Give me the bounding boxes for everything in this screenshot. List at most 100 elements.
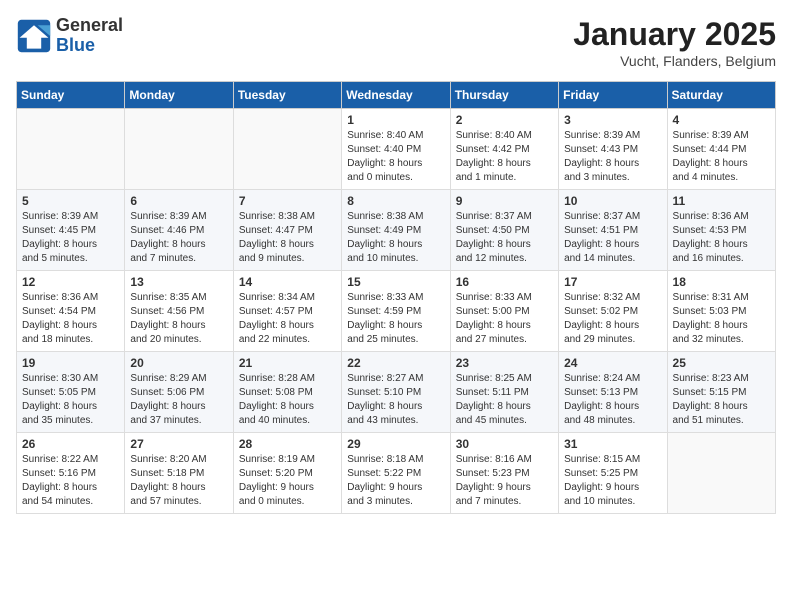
calendar-cell: 24 Sunrise: 8:24 AM Sunset: 5:13 PM Dayli…: [559, 352, 667, 433]
day-number: 28: [239, 437, 336, 451]
cell-content: Sunrise: 8:31 AM Sunset: 5:03 PM Dayligh…: [673, 291, 770, 347]
cell-content: Sunrise: 8:30 AM Sunset: 5:05 PM Dayligh…: [22, 372, 119, 428]
calendar-week-row: 19 Sunrise: 8:30 AM Sunset: 5:05 PM Dayli…: [17, 352, 776, 433]
day-number: 14: [239, 275, 336, 289]
calendar-cell: 23Sunrise: 8:25 AM Sunset: 5:11 PM Dayli…: [450, 352, 558, 433]
cell-content: Sunrise: 8:28 AM Sunset: 5:08 PM Dayligh…: [239, 372, 336, 428]
logo-text: General Blue: [56, 16, 123, 56]
day-number: 1: [347, 113, 444, 127]
calendar-cell: 29 Sunrise: 8:18 AM Sunset: 5:22 PM Dayli…: [342, 433, 450, 514]
logo-general-text: General: [56, 16, 123, 36]
cell-content: Sunrise: 8:39 AM Sunset: 4:45 PM Dayligh…: [22, 210, 119, 266]
calendar-cell: 2 Sunrise: 8:40 AM Sunset: 4:42 PM Daylig…: [450, 109, 558, 190]
calendar-cell: 20Sunrise: 8:29 AM Sunset: 5:06 PM Dayli…: [125, 352, 233, 433]
title-block: January 2025 Vucht, Flanders, Belgium: [573, 16, 776, 69]
day-of-week-header: Sunday: [17, 82, 125, 109]
day-number: 9: [456, 194, 553, 208]
day-number: 24: [564, 356, 661, 370]
cell-content: Sunrise: 8:33 AM Sunset: 4:59 PM Dayligh…: [347, 291, 444, 347]
calendar-cell: 18 Sunrise: 8:31 AM Sunset: 5:03 PM Dayli…: [667, 271, 775, 352]
cell-content: Sunrise: 8:36 AM Sunset: 4:53 PM Dayligh…: [673, 210, 770, 266]
calendar-cell: 27Sunrise: 8:20 AM Sunset: 5:18 PM Dayli…: [125, 433, 233, 514]
day-number: 15: [347, 275, 444, 289]
cell-content: Sunrise: 8:34 AM Sunset: 4:57 PM Dayligh…: [239, 291, 336, 347]
calendar-week-row: 5 Sunrise: 8:39 AM Sunset: 4:45 PM Daylig…: [17, 190, 776, 271]
cell-content: Sunrise: 8:24 AM Sunset: 5:13 PM Dayligh…: [564, 372, 661, 428]
calendar-week-row: 26 Sunrise: 8:22 AM Sunset: 5:16 PM Dayli…: [17, 433, 776, 514]
location-subtitle: Vucht, Flanders, Belgium: [573, 53, 776, 69]
cell-content: Sunrise: 8:39 AM Sunset: 4:43 PM Dayligh…: [564, 129, 661, 185]
day-number: 29: [347, 437, 444, 451]
calendar-cell: 7 Sunrise: 8:38 AM Sunset: 4:47 PM Daylig…: [233, 190, 341, 271]
calendar-cell: 8Sunrise: 8:38 AM Sunset: 4:49 PM Daylig…: [342, 190, 450, 271]
calendar-cell: 5 Sunrise: 8:39 AM Sunset: 4:45 PM Daylig…: [17, 190, 125, 271]
calendar-cell: 26 Sunrise: 8:22 AM Sunset: 5:16 PM Dayli…: [17, 433, 125, 514]
calendar-cell: 31 Sunrise: 8:15 AM Sunset: 5:25 PM Dayli…: [559, 433, 667, 514]
cell-content: Sunrise: 8:36 AM Sunset: 4:54 PM Dayligh…: [22, 291, 119, 347]
day-number: 19: [22, 356, 119, 370]
calendar-cell: 13Sunrise: 8:35 AM Sunset: 4:56 PM Dayli…: [125, 271, 233, 352]
cell-content: Sunrise: 8:27 AM Sunset: 5:10 PM Dayligh…: [347, 372, 444, 428]
day-number: 30: [456, 437, 553, 451]
cell-content: Sunrise: 8:22 AM Sunset: 5:16 PM Dayligh…: [22, 453, 119, 509]
cell-content: Sunrise: 8:18 AM Sunset: 5:22 PM Dayligh…: [347, 453, 444, 509]
cell-content: Sunrise: 8:39 AM Sunset: 4:46 PM Dayligh…: [130, 210, 227, 266]
calendar-cell: 9 Sunrise: 8:37 AM Sunset: 4:50 PM Daylig…: [450, 190, 558, 271]
calendar-cell: 19 Sunrise: 8:30 AM Sunset: 5:05 PM Dayli…: [17, 352, 125, 433]
calendar-cell: 11 Sunrise: 8:36 AM Sunset: 4:53 PM Dayli…: [667, 190, 775, 271]
calendar-cell: 4Sunrise: 8:39 AM Sunset: 4:44 PM Daylig…: [667, 109, 775, 190]
cell-content: Sunrise: 8:32 AM Sunset: 5:02 PM Dayligh…: [564, 291, 661, 347]
cell-content: Sunrise: 8:23 AM Sunset: 5:15 PM Dayligh…: [673, 372, 770, 428]
calendar-week-row: 1Sunrise: 8:40 AM Sunset: 4:40 PM Daylig…: [17, 109, 776, 190]
calendar-week-row: 12 Sunrise: 8:36 AM Sunset: 4:54 PM Dayli…: [17, 271, 776, 352]
calendar-cell: 14 Sunrise: 8:34 AM Sunset: 4:57 PM Dayli…: [233, 271, 341, 352]
cell-content: Sunrise: 8:40 AM Sunset: 4:42 PM Dayligh…: [456, 129, 553, 185]
day-number: 21: [239, 356, 336, 370]
day-number: 5: [22, 194, 119, 208]
cell-content: Sunrise: 8:15 AM Sunset: 5:25 PM Dayligh…: [564, 453, 661, 509]
calendar-cell: 22 Sunrise: 8:27 AM Sunset: 5:10 PM Dayli…: [342, 352, 450, 433]
calendar-table: SundayMondayTuesdayWednesdayThursdayFrid…: [16, 81, 776, 514]
calendar-cell: 10Sunrise: 8:37 AM Sunset: 4:51 PM Dayli…: [559, 190, 667, 271]
day-number: 7: [239, 194, 336, 208]
cell-content: Sunrise: 8:38 AM Sunset: 4:49 PM Dayligh…: [347, 210, 444, 266]
cell-content: Sunrise: 8:29 AM Sunset: 5:06 PM Dayligh…: [130, 372, 227, 428]
cell-content: Sunrise: 8:37 AM Sunset: 4:50 PM Dayligh…: [456, 210, 553, 266]
calendar-cell: 30 Sunrise: 8:16 AM Sunset: 5:23 PM Dayli…: [450, 433, 558, 514]
logo-blue-text: Blue: [56, 36, 123, 56]
day-number: 22: [347, 356, 444, 370]
day-number: 4: [673, 113, 770, 127]
cell-content: Sunrise: 8:37 AM Sunset: 4:51 PM Dayligh…: [564, 210, 661, 266]
cell-content: Sunrise: 8:16 AM Sunset: 5:23 PM Dayligh…: [456, 453, 553, 509]
calendar-cell: 1Sunrise: 8:40 AM Sunset: 4:40 PM Daylig…: [342, 109, 450, 190]
calendar-cell: 25 Sunrise: 8:23 AM Sunset: 5:15 PM Dayli…: [667, 352, 775, 433]
day-of-week-header: Friday: [559, 82, 667, 109]
cell-content: Sunrise: 8:33 AM Sunset: 5:00 PM Dayligh…: [456, 291, 553, 347]
day-of-week-header: Saturday: [667, 82, 775, 109]
calendar-cell: [667, 433, 775, 514]
day-number: 18: [673, 275, 770, 289]
day-number: 23: [456, 356, 553, 370]
cell-content: Sunrise: 8:20 AM Sunset: 5:18 PM Dayligh…: [130, 453, 227, 509]
calendar-cell: 6 Sunrise: 8:39 AM Sunset: 4:46 PM Daylig…: [125, 190, 233, 271]
calendar-cell: 15 Sunrise: 8:33 AM Sunset: 4:59 PM Dayli…: [342, 271, 450, 352]
day-number: 16: [456, 275, 553, 289]
day-number: 6: [130, 194, 227, 208]
day-number: 17: [564, 275, 661, 289]
day-number: 25: [673, 356, 770, 370]
cell-content: Sunrise: 8:38 AM Sunset: 4:47 PM Dayligh…: [239, 210, 336, 266]
calendar-cell: [233, 109, 341, 190]
day-of-week-header: Thursday: [450, 82, 558, 109]
day-number: 11: [673, 194, 770, 208]
logo: General Blue: [16, 16, 123, 56]
calendar-cell: [17, 109, 125, 190]
day-number: 2: [456, 113, 553, 127]
day-number: 26: [22, 437, 119, 451]
cell-content: Sunrise: 8:35 AM Sunset: 4:56 PM Dayligh…: [130, 291, 227, 347]
day-number: 31: [564, 437, 661, 451]
day-number: 3: [564, 113, 661, 127]
logo-icon: [16, 18, 52, 54]
day-number: 12: [22, 275, 119, 289]
day-of-week-header: Monday: [125, 82, 233, 109]
day-of-week-header: Wednesday: [342, 82, 450, 109]
